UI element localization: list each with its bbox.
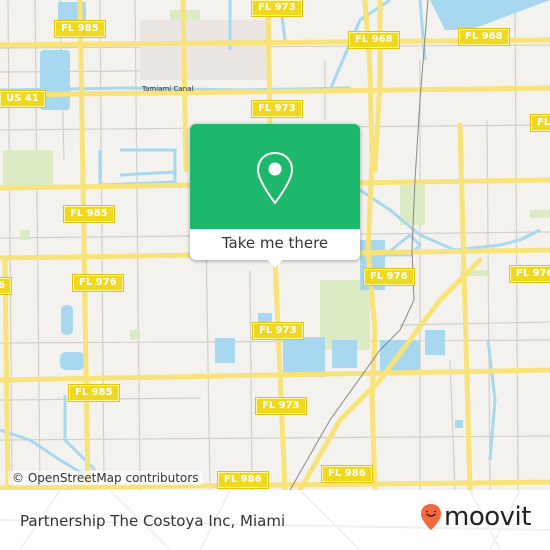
moovit-pin-icon [421,504,441,530]
road-shield: FL 976 [363,268,415,286]
location-popup: Take me there [190,124,360,268]
road-shield: FL 9 [530,114,550,132]
road-shield: FL 973 [251,0,303,17]
map-attribution[interactable]: © OpenStreetMap contributors [8,471,203,485]
road-shield: FL 985 [54,20,106,38]
road-shield: 6 [0,277,12,295]
road-shield: FL 968 [348,31,400,49]
brand-name: moovit [444,502,531,532]
road-shield: FL 976 [509,265,550,283]
road-shield: FL 973 [255,397,307,415]
place-name: Partnership The Costoya Inc, Miami [20,512,286,530]
road-shield: FL 973 [252,322,304,340]
moovit-logo[interactable]: moovit [420,502,531,532]
popup-header [190,124,360,229]
take-me-there-button[interactable]: Take me there [190,229,360,260]
road-shield: FL 986 [321,465,373,483]
map[interactable]: Tamiami Canal FL 985 FL 973 FL 968 FL 96… [0,0,550,490]
road-shield: FL 976 [72,274,124,292]
popup-pointer [266,258,284,268]
road-shield: US 41 [0,90,46,108]
footer: Partnership The Costoya Inc, Miami moovi… [0,490,550,550]
map-pin-icon [256,151,294,205]
road-shield: FL 985 [63,205,115,223]
road-shield: FL 986 [217,471,269,489]
road-shield: FL 985 [68,384,120,402]
canal-label: Tamiami Canal [142,85,194,93]
road-shield: FL 973 [251,100,303,118]
road-shield: FL 968 [458,28,510,46]
